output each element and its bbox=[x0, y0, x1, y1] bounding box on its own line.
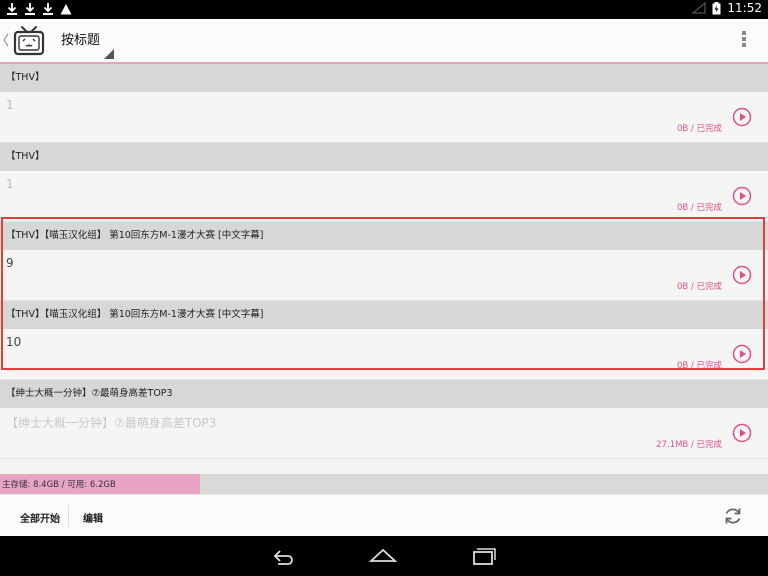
refresh-icon[interactable] bbox=[722, 505, 744, 527]
navigation-bar bbox=[0, 536, 768, 576]
play-icon[interactable] bbox=[732, 107, 752, 127]
storage-bar: 主存储: 8.4GB / 可用: 6.2GB bbox=[0, 474, 768, 494]
download-icon bbox=[25, 3, 35, 15]
toolbar-divider bbox=[68, 505, 69, 527]
item-title: 【绅士大概一分钟】⑦最萌身高差TOP3 bbox=[6, 416, 217, 430]
storage-text: 主存储: 8.4GB / 可用: 6.2GB bbox=[2, 480, 116, 490]
more-vert-icon[interactable] bbox=[738, 29, 750, 51]
item-status: 0B / 已完成 bbox=[676, 203, 722, 213]
app-bar: 按标题 bbox=[0, 19, 768, 64]
item-body[interactable]: 【绅士大概一分钟】⑦最萌身高差TOP3 27.1MB / 已完成 bbox=[0, 408, 768, 459]
start-all-button[interactable]: 全部开始 bbox=[20, 510, 60, 525]
item-episode-number: 9 bbox=[6, 256, 14, 270]
item-episode-number: 1 bbox=[6, 177, 14, 191]
item-episode-number: 10 bbox=[6, 335, 22, 349]
sort-dropdown-label[interactable]: 按标题 bbox=[61, 29, 100, 48]
item-status: 0B / 已完成 bbox=[676, 282, 722, 292]
item-status: 0B / 已完成 bbox=[676, 361, 722, 371]
play-icon[interactable] bbox=[732, 344, 752, 364]
battery-icon bbox=[712, 1, 721, 14]
download-icon bbox=[43, 3, 53, 15]
play-icon[interactable] bbox=[732, 186, 752, 206]
item-header: 【THV】【喵玉汉化组】 第10回东方M-1漫才大赛 [中文字幕] bbox=[0, 222, 768, 250]
list-item[interactable]: 【绅士大概一分钟】⑦最萌身高差TOP3 【绅士大概一分钟】⑦最萌身高差TOP3 … bbox=[0, 380, 768, 459]
recent-apps-icon[interactable] bbox=[468, 546, 498, 566]
list-item[interactable]: 【THV】 1 0B / 已完成 bbox=[0, 64, 768, 143]
item-header: 【绅士大概一分钟】⑦最萌身高差TOP3 bbox=[0, 380, 768, 408]
bottom-toolbar: 全部开始 编辑 bbox=[0, 494, 768, 537]
warning-icon bbox=[60, 4, 72, 15]
download-icon bbox=[7, 3, 17, 15]
item-header: 【THV】【喵玉汉化组】 第10回东方M-1漫才大赛 [中文字幕] bbox=[0, 301, 768, 329]
download-list: 【THV】 1 0B / 已完成 【THV】 1 0B / 已完成 【THV】【… bbox=[0, 64, 768, 474]
item-episode-number: 1 bbox=[6, 98, 14, 112]
item-status: 0B / 已完成 bbox=[676, 124, 722, 134]
dropdown-triangle-icon[interactable] bbox=[104, 49, 114, 59]
back-icon[interactable] bbox=[268, 546, 298, 566]
item-header: 【THV】 bbox=[0, 64, 768, 92]
home-icon[interactable] bbox=[368, 546, 398, 566]
chevron-left-icon[interactable] bbox=[2, 31, 10, 49]
item-body[interactable]: 9 0B / 已完成 bbox=[0, 250, 768, 301]
list-item[interactable]: 【THV】【喵玉汉化组】 第10回东方M-1漫才大赛 [中文字幕] 10 0B … bbox=[0, 301, 768, 380]
status-bar: 11:52 bbox=[0, 0, 768, 19]
play-icon[interactable] bbox=[732, 423, 752, 443]
play-icon[interactable] bbox=[732, 265, 752, 285]
bilibili-tv-icon[interactable] bbox=[12, 25, 46, 57]
item-body[interactable]: 1 0B / 已完成 bbox=[0, 171, 768, 222]
signal-icon bbox=[692, 2, 706, 14]
item-status: 27.1MB / 已完成 bbox=[656, 440, 722, 450]
edit-button[interactable]: 编辑 bbox=[83, 510, 103, 525]
item-body[interactable]: 10 0B / 已完成 bbox=[0, 329, 768, 380]
item-body[interactable]: 1 0B / 已完成 bbox=[0, 92, 768, 143]
list-item[interactable]: 【THV】 1 0B / 已完成 bbox=[0, 143, 768, 222]
item-header: 【THV】 bbox=[0, 143, 768, 171]
list-item[interactable]: 【THV】【喵玉汉化组】 第10回东方M-1漫才大赛 [中文字幕] 9 0B /… bbox=[0, 222, 768, 301]
clock: 11:52 bbox=[727, 1, 762, 15]
